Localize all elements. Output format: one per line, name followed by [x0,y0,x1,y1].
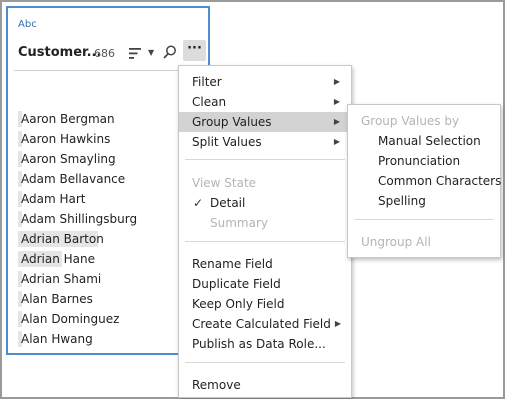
value-label: Adam Bellavance [21,172,126,186]
data-type-label[interactable]: Abc [18,19,37,30]
chevron-right-icon: ▶ [333,117,340,126]
list-item[interactable]: Adrian Barton [18,229,137,249]
submenu-item-pronunciation[interactable]: Pronunciation [348,151,500,171]
field-count: 686 [94,47,115,60]
chevron-right-icon: ▶ [333,137,340,146]
chevron-right-icon: ▶ [333,97,340,106]
value-list: Aaron Bergman Aaron Hawkins Aaron Smayling… [18,109,137,349]
submenu-item-manual-selection[interactable]: Manual Selection [348,131,500,151]
value-label: Adam Hart [21,192,86,206]
menu-item-group-values[interactable]: Group Values ▶ [179,112,351,132]
value-label: Aaron Hawkins [21,132,111,146]
group-values-submenu: Group Values by Manual Selection Pronunc… [347,104,501,258]
menu-item-label: Create Calculated Field [192,317,331,331]
app-frame: Abc Customer... 686 ▼ ··· Aaron Bergman A… [0,0,505,399]
list-item[interactable]: Adam Shillingsburg [18,209,137,229]
menu-header-view-state: View State [192,176,257,190]
menu-separator [185,362,345,363]
submenu-item-common-characters[interactable]: Common Characters [348,171,501,191]
value-label: Adam Shillingsburg [21,212,138,226]
field-context-menu: Filter ▶ Clean ▶ Group Values ▶ Split Va… [178,65,352,398]
value-label: Adrian Shami [21,272,102,286]
sort-icon[interactable] [129,48,141,59]
submenu-header: Group Values by [361,114,460,128]
list-item[interactable]: Adam Hart [18,189,137,209]
list-item[interactable]: Adrian Shami [18,269,137,289]
menu-separator [185,159,345,160]
chevron-right-icon: ▶ [334,319,341,328]
menu-item-duplicate-field[interactable]: Duplicate Field [179,274,351,294]
menu-item-label: Detail [210,196,246,210]
list-item[interactable]: Alan Barnes [18,289,137,309]
value-label: Adrian Barton [21,232,104,246]
menu-item-create-calculated-field[interactable]: Create Calculated Field ▶ [179,314,351,334]
search-icon[interactable] [163,45,177,59]
card-divider [14,70,204,71]
menu-item-filter[interactable]: Filter ▶ [179,72,351,92]
checkmark-icon: ✓ [193,196,204,210]
value-label: Aaron Bergman [21,112,115,126]
menu-item-clean[interactable]: Clean ▶ [179,92,351,112]
list-item[interactable]: Adrian Hane [18,249,137,269]
list-item[interactable]: Aaron Smayling [18,149,137,169]
menu-separator [185,241,345,242]
list-item[interactable]: Alan Hwang [18,329,137,349]
menu-item-label: Group Values [192,115,272,129]
value-label: Aaron Smayling [21,152,116,166]
field-name[interactable]: Customer... [18,45,101,60]
value-label: Adrian Hane [21,252,96,266]
menu-item-label: Split Values [192,135,262,149]
menu-separator [354,219,494,220]
submenu-item-spelling[interactable]: Spelling [348,191,500,211]
menu-item-keep-only-field[interactable]: Keep Only Field [179,294,351,314]
value-label: Alan Dominguez [21,312,120,326]
menu-item-split-values[interactable]: Split Values ▶ [179,132,351,152]
menu-item-publish-as-data-role[interactable]: Publish as Data Role... [179,334,351,354]
list-item[interactable]: Adam Bellavance [18,169,137,189]
menu-item-detail[interactable]: ✓ Detail [179,193,351,213]
value-label: Alan Hwang [21,332,93,346]
menu-item-label: Filter [192,75,222,89]
chevron-right-icon: ▶ [333,77,340,86]
list-item[interactable]: Aaron Bergman [18,109,137,129]
menu-item-label: Clean [192,95,227,109]
value-label: Alan Barnes [21,292,93,306]
menu-item-summary: Summary [210,216,268,230]
menu-item-rename-field[interactable]: Rename Field [179,254,351,274]
list-item[interactable]: Aaron Hawkins [18,129,137,149]
chevron-down-icon[interactable]: ▼ [148,48,154,58]
submenu-item-ungroup-all: Ungroup All [361,235,431,249]
list-item[interactable]: Alan Dominguez [18,309,137,329]
more-options-button[interactable]: ··· [183,40,206,61]
menu-item-remove[interactable]: Remove [179,375,351,395]
